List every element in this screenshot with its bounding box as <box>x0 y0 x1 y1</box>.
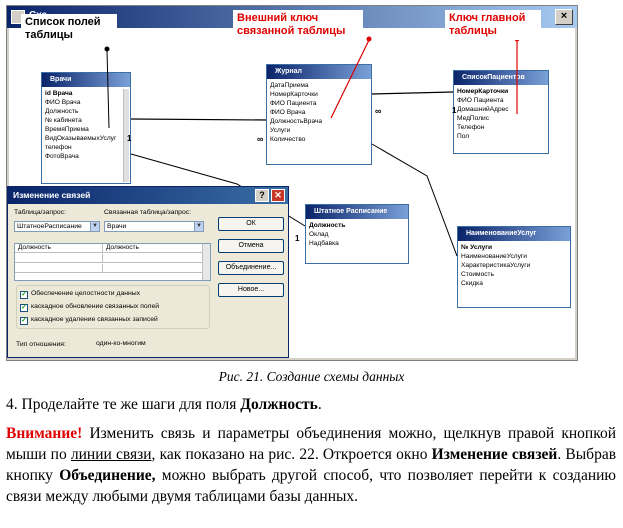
right-field-cell[interactable]: Должность <box>103 244 203 253</box>
table-field[interactable]: Должность <box>309 221 405 230</box>
relation-many-marker: ∞ <box>257 134 264 144</box>
table-field[interactable]: ХарактеристикаУслуги <box>461 261 567 270</box>
ok-button[interactable]: ОК <box>218 217 284 231</box>
field-mapping-grid[interactable]: Должность Должность <box>14 243 211 281</box>
help-icon[interactable]: ? <box>255 189 269 202</box>
check-icon[interactable]: ✓ <box>20 317 28 325</box>
table-select[interactable]: ШтатноеРасписание ▼ <box>14 221 100 232</box>
table-row[interactable] <box>15 264 210 273</box>
table-field[interactable]: Должность <box>45 107 127 116</box>
table-field[interactable]: Количество <box>270 135 368 144</box>
join-type-button[interactable]: Объединение... <box>218 261 284 275</box>
relation-one-marker: 1 <box>452 106 457 115</box>
warning-label: Внимание! <box>6 425 83 442</box>
relation-line-term: линии связи <box>70 446 152 463</box>
related-table-select[interactable]: Врачи ▼ <box>104 221 204 232</box>
table-vrachi[interactable]: Врачи id Врача ФИО Врача Должность № кабине… <box>41 72 131 184</box>
table-query-label: Таблица/запрос: <box>14 209 66 216</box>
dialog-title: Изменение связей <box>13 190 91 200</box>
table-field[interactable]: ФИО Врача <box>45 98 127 107</box>
relation-one-marker: 1 <box>295 234 300 243</box>
table-field[interactable]: Надбавка <box>309 239 405 248</box>
table-field[interactable]: Скидка <box>461 279 567 288</box>
table-zhurnal[interactable]: Журнал ДатаПриема НомерКарточки ФИО Пациен… <box>266 64 372 165</box>
integrity-checkbox[interactable]: ✓ Обеспечение целостности данных <box>20 290 140 299</box>
table-services[interactable]: НаименованиеУслуг № Услуги НаименованиеУс… <box>457 226 571 308</box>
relation-type-label: Тип отношения: <box>16 341 66 348</box>
field-list: № Услуги НаименованиеУслуги Характеристика… <box>458 241 570 290</box>
callout-field-list: Список полей таблицы <box>21 14 117 44</box>
field-list: id Врача ФИО Врача Должность № кабинета Врем… <box>42 87 130 163</box>
table-field[interactable]: МедПолис <box>457 114 545 123</box>
cascade-update-checkbox[interactable]: ✓ каскадное обновление связанных полей <box>20 303 159 312</box>
table-field[interactable]: ФИО Пациента <box>270 99 368 108</box>
field-name: Должность <box>240 396 318 413</box>
table-field[interactable]: телефон <box>45 143 127 152</box>
table-field[interactable]: НомерКарточки <box>457 87 545 96</box>
cancel-button[interactable]: Отмена <box>218 239 284 253</box>
close-icon[interactable]: × <box>555 9 573 25</box>
table-title[interactable]: СписокПациентов <box>454 71 548 85</box>
table-shtat[interactable]: Штатное Расписание Должность Оклад Надбавк… <box>305 204 409 264</box>
check-icon[interactable]: ✓ <box>20 291 28 299</box>
figure-caption: Рис. 21. Создание схемы данных <box>218 369 405 384</box>
table-title[interactable]: НаименованиеУслуг <box>458 227 570 241</box>
table-field[interactable]: ДомашнийАдрес <box>457 105 545 114</box>
table-title[interactable]: Врачи <box>42 73 130 87</box>
table-field[interactable]: id Врача <box>45 89 127 98</box>
callout-primary-key: Ключ главной таблицы <box>445 10 541 40</box>
table-field[interactable]: Пол <box>457 132 545 141</box>
scrollbar[interactable] <box>202 244 210 280</box>
edit-relationships-dialog: Изменение связей ? ✕ Таблица/запрос: Свя… <box>7 186 289 358</box>
table-title[interactable]: Журнал <box>267 65 371 79</box>
table-field[interactable]: Телефон <box>457 123 545 132</box>
dialog-titlebar: Изменение связей ? ✕ <box>8 187 288 204</box>
table-field[interactable]: № Услуги <box>461 243 567 252</box>
close-icon[interactable]: ✕ <box>271 189 285 202</box>
table-field[interactable]: ФИО Пациента <box>457 96 545 105</box>
cascade-delete-checkbox[interactable]: ✓ каскадное удаление связанных записей <box>20 316 158 325</box>
table-row[interactable] <box>15 254 210 263</box>
check-icon[interactable]: ✓ <box>20 304 28 312</box>
relation-many-marker: ∞ <box>375 106 382 116</box>
schema-screenshot: Схе × Врачи id ВрачаФИО ВрачаДолжность№ … <box>6 5 578 361</box>
table-field[interactable]: НаименованиеУслуги <box>461 252 567 261</box>
field-list: НомерКарточки ФИО Пациента ДомашнийАдрес Ме… <box>454 85 548 143</box>
related-table-label: Связанная таблица/запрос: <box>104 209 192 216</box>
table-patients[interactable]: СписокПациентов НомерКарточки ФИО Пациент… <box>453 70 549 154</box>
table-field[interactable]: ВидОказываемыхУслуг <box>45 134 127 143</box>
table-title[interactable]: Штатное Расписание <box>306 205 408 219</box>
table-field[interactable]: Оклад <box>309 230 405 239</box>
step-paragraph: 4. Проделайте те же шаги для поля Должно… <box>6 396 322 413</box>
table-field[interactable]: ФИО Врача <box>270 108 368 117</box>
dropdown-arrow-icon[interactable]: ▼ <box>194 222 203 231</box>
table-field[interactable]: НомерКарточки <box>270 90 368 99</box>
dropdown-arrow-icon[interactable]: ▼ <box>90 222 99 231</box>
table-field[interactable]: ФотоВрача <box>45 152 127 161</box>
left-field-cell[interactable]: Должность <box>15 244 103 253</box>
note-paragraph: Внимание! Изменить связь и параметры объ… <box>6 425 617 505</box>
relation-one-marker: 1 <box>127 134 132 143</box>
callout-foreign-key: Внешний ключ связанной таблицы <box>233 10 363 40</box>
new-button[interactable]: Новое... <box>218 283 284 297</box>
table-field[interactable]: ВремяПриема <box>45 125 127 134</box>
table-field[interactable]: ДолжностьВрача <box>270 117 368 126</box>
field-list: Должность Оклад Надбавка <box>306 219 408 250</box>
table-field[interactable]: ДатаПриема <box>270 81 368 90</box>
table-row[interactable]: Должность Должность <box>15 244 210 253</box>
relation-type-value: один-ко-многим <box>96 340 146 347</box>
table-field[interactable]: № кабинета <box>45 116 127 125</box>
field-list: ДатаПриема НомерКарточки ФИО Пациента ФИО В… <box>267 79 371 146</box>
table-field[interactable]: Услуги <box>270 126 368 135</box>
table-field[interactable]: Стоимость <box>461 270 567 279</box>
